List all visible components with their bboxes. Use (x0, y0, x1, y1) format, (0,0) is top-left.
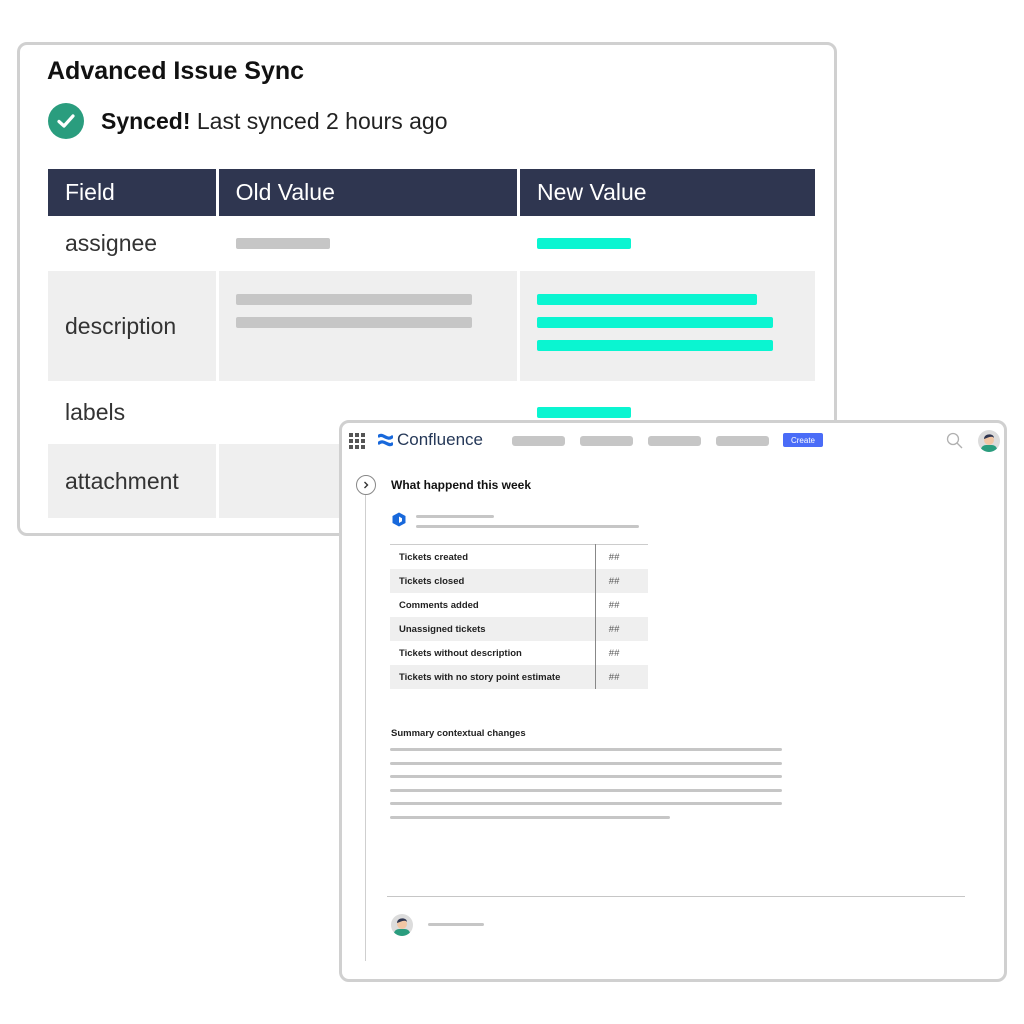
stat-value: ## (608, 647, 620, 659)
changed-value-bar (537, 340, 774, 351)
sync-status: Synced! Last synced 2 hours ago (48, 103, 447, 139)
page-title: What happend this week (391, 478, 532, 492)
comment-placeholder-line[interactable] (428, 923, 484, 926)
changed-value-bar (537, 407, 632, 418)
placeholder-bar (235, 317, 472, 328)
table-row: Tickets closed ## (390, 569, 648, 593)
confluence-app-name: Confluence (397, 430, 484, 449)
commenter-avatar (391, 914, 413, 936)
create-button[interactable]: Create (783, 433, 823, 447)
stat-value: ## (608, 551, 620, 563)
nav-item[interactable] (648, 436, 701, 446)
changed-value-bar (537, 238, 632, 249)
old-value-cell (219, 216, 517, 271)
table-row: description (48, 271, 815, 381)
user-avatar[interactable] (978, 430, 1000, 452)
summary-text-line (390, 789, 782, 792)
apps-grid-icon[interactable] (349, 433, 365, 449)
page-timeline (365, 481, 366, 961)
comments-divider (387, 896, 965, 897)
placeholder-bar (235, 238, 330, 249)
confluence-logo[interactable]: Confluence (378, 430, 483, 450)
app-hexagon-icon (392, 512, 406, 527)
stat-label: Tickets without description (390, 641, 596, 665)
confluence-logo-icon (378, 433, 393, 447)
search-icon[interactable] (946, 432, 963, 449)
check-circle-icon (48, 103, 84, 139)
stat-value: ## (595, 569, 648, 593)
stat-label: Unassigned tickets (390, 617, 596, 641)
table-row: assignee (48, 216, 815, 271)
nav-item[interactable] (716, 436, 769, 446)
sync-card-title: Advanced Issue Sync (47, 57, 305, 85)
stat-label: Tickets closed (390, 569, 596, 593)
sync-status-detail: Last synced 2 hours ago (196, 107, 448, 134)
summary-text-line (390, 748, 782, 751)
placeholder-bar (235, 294, 472, 305)
stats-table: Tickets created ## Tickets closed ## Com… (390, 544, 648, 689)
field-cell: description (48, 271, 216, 381)
stat-value: ## (595, 617, 648, 641)
confluence-topbar: Confluence Create (342, 423, 1004, 459)
summary-text-line (390, 775, 782, 778)
chevron-right-icon (364, 481, 369, 489)
table-row: Tickets with no story point estimate ## (390, 665, 648, 689)
field-cell: attachment (48, 444, 216, 518)
sync-status-bold: Synced! (101, 107, 191, 134)
summary-heading: Summary contextual changes (391, 728, 526, 739)
stat-value: ## (595, 665, 648, 689)
field-cell: assignee (65, 230, 158, 256)
expand-sidebar-button[interactable] (356, 475, 376, 495)
confluence-page-card: Confluence Create What happend this week (339, 420, 1007, 982)
changed-value-bar (537, 294, 758, 305)
summary-text-line (390, 802, 782, 805)
changed-value-bar (537, 317, 774, 328)
nav-item[interactable] (512, 436, 565, 446)
summary-text-line (390, 816, 670, 819)
table-row: Tickets created ## (390, 544, 648, 569)
stat-label: Comments added (390, 593, 596, 617)
nav-item[interactable] (580, 436, 633, 446)
author-placeholder-line (416, 515, 494, 518)
table-row: Unassigned tickets ## (390, 617, 648, 641)
meta-placeholder-line (416, 525, 639, 528)
stat-label: Tickets with no story point estimate (390, 665, 596, 689)
new-value-cell (520, 216, 815, 271)
sync-status-text: Synced! Last synced 2 hours ago (101, 108, 447, 135)
stat-value: ## (608, 599, 620, 611)
field-cell: labels (65, 399, 126, 425)
stat-label: Tickets created (390, 544, 596, 569)
summary-text-line (390, 762, 782, 765)
column-header-old-value: Old Value (218, 169, 518, 216)
new-value-cell (520, 271, 815, 381)
column-header-new-value: New Value (520, 169, 815, 216)
column-header-field: Field (48, 169, 216, 216)
table-row: Tickets without description ## (390, 641, 648, 665)
old-value-cell (218, 271, 518, 381)
table-row: Comments added ## (390, 593, 648, 617)
